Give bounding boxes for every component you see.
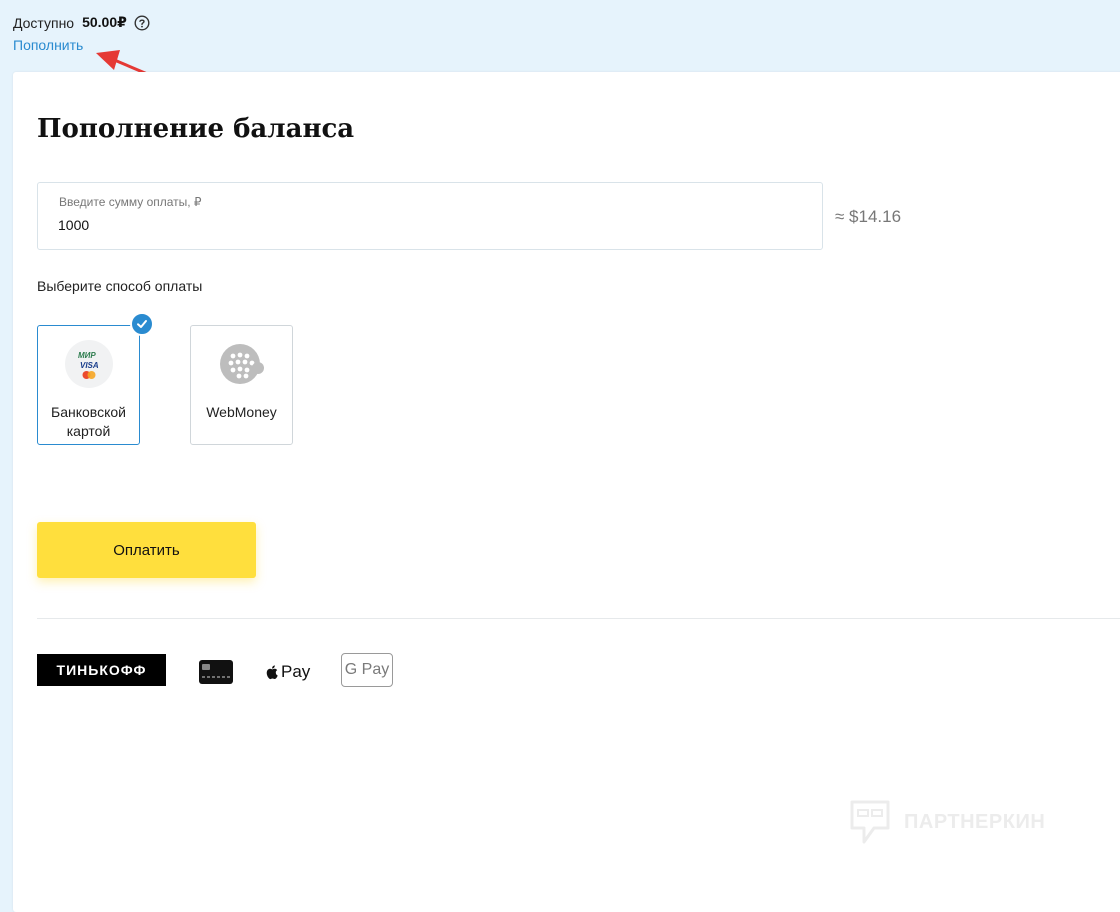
google-pay-logo: G Pay: [341, 653, 393, 687]
usd-equivalent: ≈ $14.16: [835, 207, 902, 226]
bank-card-icon: [198, 659, 234, 690]
watermark: ПАРТНЕРКИН: [848, 798, 1045, 846]
amount-field[interactable]: Введите сумму оплаты, ₽: [37, 182, 823, 250]
main-panel: Пополнение баланса Введите сумму оплаты,…: [13, 72, 1120, 912]
mir-visa-mastercard-icon: МИР VISA: [65, 340, 113, 388]
method-card-webmoney[interactable]: WebMoney: [190, 325, 293, 445]
tinkoff-logo: ТИНЬКОФФ: [37, 654, 166, 686]
apple-pay-label: Pay: [281, 662, 311, 681]
available-label: Доступно: [13, 14, 75, 31]
amount-field-label: Введите сумму оплаты, ₽: [59, 195, 202, 209]
pay-button[interactable]: Оплатить: [37, 522, 256, 578]
amount-input[interactable]: [58, 217, 758, 233]
apple-icon: [266, 665, 278, 680]
apple-pay-logo: Pay: [265, 662, 310, 682]
watermark-icon: [850, 800, 890, 844]
method-name-webmoney: WebMoney: [206, 404, 277, 420]
method-card-bank[interactable]: МИР VISA Банковской картой: [37, 325, 140, 445]
divider: [37, 618, 1120, 619]
svg-text:МИР: МИР: [78, 351, 96, 360]
balance-amount: 50.00₽: [82, 14, 127, 30]
page-title: Пополнение баланса: [37, 114, 355, 144]
selected-check-icon: [130, 312, 154, 336]
webmoney-icon: [218, 340, 266, 388]
svg-text:VISA: VISA: [80, 361, 99, 370]
balance-row: Доступно 50.00₽: [13, 14, 150, 31]
watermark-text: ПАРТНЕРКИН: [904, 810, 1046, 833]
help-icon[interactable]: [134, 14, 150, 31]
method-name-bank: Банковской картой: [51, 404, 126, 439]
topup-link[interactable]: Пополнить: [13, 37, 83, 53]
payment-method-prompt: Выберите способ оплаты: [37, 278, 203, 294]
